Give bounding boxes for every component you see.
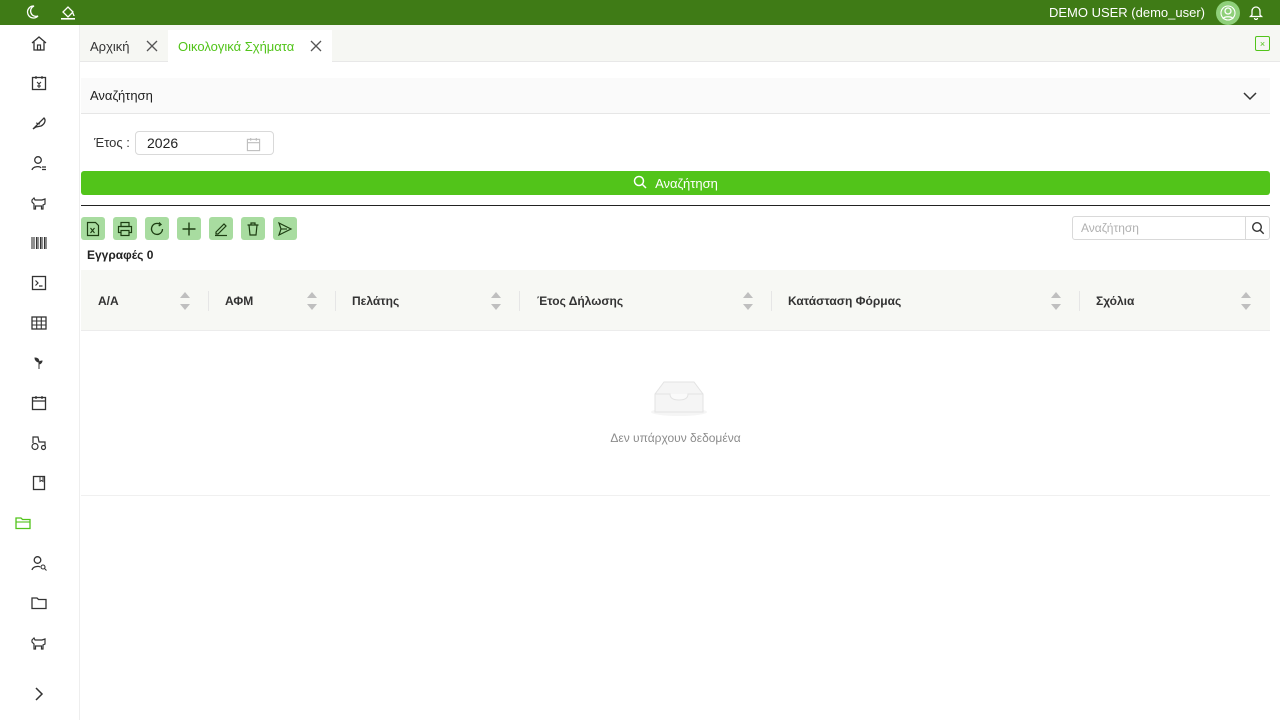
column-header-form-status[interactable]: Κατάσταση Φόρμας xyxy=(788,270,1048,331)
user-search-icon[interactable] xyxy=(28,552,50,574)
delete-icon xyxy=(247,221,259,236)
search-icon xyxy=(633,175,647,192)
avatar[interactable] xyxy=(1216,1,1240,25)
empty-state: Δεν υπάρχουν δεδομένα xyxy=(81,332,1270,496)
panel-title: Αναζήτηση xyxy=(90,88,153,103)
excel-icon xyxy=(86,221,100,236)
terminal-icon[interactable] xyxy=(28,272,50,294)
tractor-icon[interactable] xyxy=(28,432,50,454)
column-label: ΑΦΜ xyxy=(225,293,254,308)
sort-icon[interactable] xyxy=(742,290,754,312)
column-header-client[interactable]: Πελάτης xyxy=(352,270,512,331)
empty-text: Δεν υπάρχουν δεδομένα xyxy=(610,431,741,445)
add-icon xyxy=(182,222,196,235)
column-header-comments[interactable]: Σχόλια xyxy=(1096,270,1236,331)
moon-icon[interactable] xyxy=(22,2,42,22)
barcode-icon[interactable] xyxy=(28,232,50,254)
table-icon[interactable] xyxy=(28,312,50,334)
plant-icon[interactable] xyxy=(28,352,50,374)
search-button-label: Αναζήτηση xyxy=(655,175,718,191)
column-separator xyxy=(519,291,520,311)
print-button[interactable] xyxy=(113,217,137,240)
paint-bucket-icon[interactable] xyxy=(58,2,78,22)
calendar-icon[interactable] xyxy=(246,136,261,158)
tab-label: Οικολογικά Σχήματα xyxy=(178,38,295,54)
home-icon[interactable] xyxy=(28,32,50,54)
cow-icon[interactable] xyxy=(28,632,50,654)
year-label: Έτος : xyxy=(94,135,130,150)
user-list-icon[interactable] xyxy=(28,152,50,174)
bell-icon[interactable] xyxy=(1246,2,1266,22)
search-panel-header[interactable]: Αναζήτηση xyxy=(81,78,1270,114)
search-button[interactable]: Αναζήτηση xyxy=(81,171,1270,195)
sort-icon[interactable] xyxy=(306,290,318,312)
send-icon xyxy=(277,221,293,236)
top-bar: DEMO USER (demo_user) xyxy=(0,0,1280,25)
tab-home[interactable]: Αρχική xyxy=(80,30,168,62)
divider xyxy=(81,205,1270,206)
tab-eco-schemes[interactable]: Οικολογικά Σχήματα xyxy=(168,30,333,62)
column-label: Κατάσταση Φόρμας xyxy=(788,293,902,308)
empty-inbox-icon xyxy=(651,381,707,416)
delete-button[interactable] xyxy=(241,217,265,240)
refresh-button[interactable] xyxy=(145,217,169,240)
column-label: Σχόλια xyxy=(1096,293,1135,308)
user-name[interactable]: DEMO USER (demo_user) xyxy=(1049,0,1205,25)
print-icon xyxy=(117,221,133,236)
close-icon[interactable] xyxy=(144,38,160,54)
send-button[interactable] xyxy=(273,217,297,240)
sort-icon[interactable] xyxy=(1240,290,1252,312)
records-count: Εγγραφές 0 xyxy=(87,248,154,262)
column-separator xyxy=(771,291,772,311)
close-all-tabs-icon[interactable]: × xyxy=(1255,36,1270,51)
table-toolbar xyxy=(81,217,297,240)
table-search-input[interactable] xyxy=(1073,217,1246,239)
sort-icon[interactable] xyxy=(490,290,502,312)
table-search xyxy=(1072,216,1270,240)
tab-bar: Αρχική Οικολογικά Σχήματα × xyxy=(80,25,1280,62)
year-picker[interactable]: 2026 xyxy=(135,131,274,155)
folder-open-icon[interactable] xyxy=(12,512,34,534)
top-left-icons xyxy=(22,2,78,22)
calendar-yen-icon[interactable] xyxy=(28,72,50,94)
sort-icon[interactable] xyxy=(1050,290,1062,312)
column-label: Έτος Δήλωσης xyxy=(537,293,624,308)
column-separator xyxy=(1079,291,1080,311)
column-label: Α/Α xyxy=(98,293,119,308)
book-icon[interactable] xyxy=(28,472,50,494)
column-header-afm[interactable]: ΑΦΜ xyxy=(225,270,335,331)
year-value: 2026 xyxy=(147,135,179,151)
table-header: Α/Α ΑΦΜ Πελάτης Έτος Δήλωσης Κατάσταση Φ… xyxy=(81,270,1270,331)
search-icon[interactable] xyxy=(1245,217,1269,239)
column-separator xyxy=(208,291,209,311)
refresh-icon xyxy=(150,221,164,235)
column-header-aa[interactable]: Α/Α xyxy=(98,270,208,331)
sidebar xyxy=(0,25,80,720)
column-header-declaration-year[interactable]: Έτος Δήλωσης xyxy=(537,270,757,331)
edit-icon xyxy=(215,222,227,236)
edit-button[interactable] xyxy=(209,217,233,240)
tab-label: Αρχική xyxy=(90,38,130,54)
chevron-down-icon[interactable] xyxy=(1242,88,1258,107)
feather-icon[interactable] xyxy=(28,112,50,134)
column-separator xyxy=(335,291,336,311)
expand-chevron-icon[interactable] xyxy=(28,683,50,705)
folder-icon[interactable] xyxy=(28,592,50,614)
cow-icon[interactable] xyxy=(28,192,50,214)
add-button[interactable] xyxy=(177,217,201,240)
close-icon[interactable] xyxy=(308,38,324,54)
column-label: Πελάτης xyxy=(352,293,400,308)
excel-export-button[interactable] xyxy=(81,217,105,240)
sort-icon[interactable] xyxy=(179,290,191,312)
calendar-icon[interactable] xyxy=(28,392,50,414)
